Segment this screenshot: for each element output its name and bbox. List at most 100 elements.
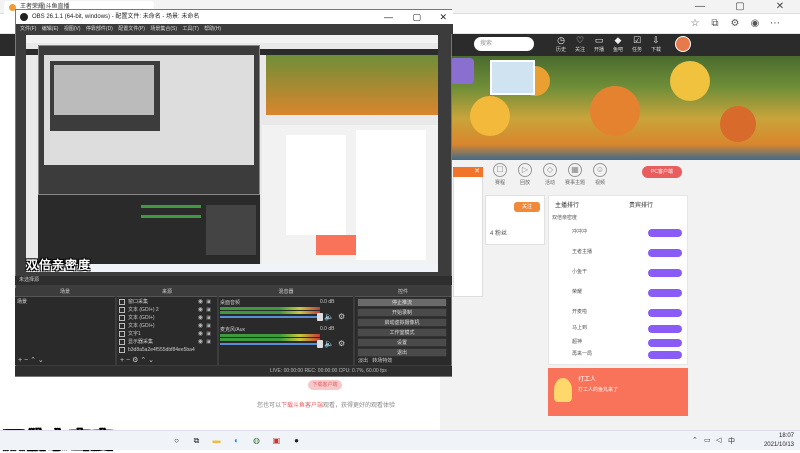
- promo-card[interactable]: 打工人 打工人的鱼丸来了: [548, 368, 688, 416]
- obs-maximize-button[interactable]: ▢: [412, 10, 421, 24]
- lock-icon[interactable]: ▣: [206, 314, 211, 322]
- slider-knob[interactable]: [317, 313, 323, 321]
- transition-effect-label[interactable]: 转场特效: [372, 358, 392, 364]
- add-icon[interactable]: +: [120, 357, 124, 364]
- nav-history[interactable]: ◷ 历史: [552, 35, 570, 55]
- extensions-icon[interactable]: ⚙: [728, 17, 742, 31]
- lock-icon[interactable]: ▣: [206, 306, 211, 314]
- stop-streaming-button[interactable]: 停止推流: [357, 298, 447, 307]
- list-item[interactable]: 马上到: [572, 324, 702, 334]
- close-window-button[interactable]: ✕: [760, 0, 800, 14]
- source-item[interactable]: 文本 (GDI+) 2 ◉ ▣: [118, 306, 213, 314]
- down-icon[interactable]: ⌄: [148, 357, 154, 364]
- nav-live[interactable]: ▭ 开播: [590, 35, 608, 55]
- source-item[interactable]: 窗口采集 ◉ ▣: [118, 298, 213, 306]
- eye-icon[interactable]: ◉: [198, 306, 203, 314]
- source-item[interactable]: 文本 (GDI+) ◉ ▣: [118, 314, 213, 322]
- virtual-camera-button[interactable]: 启动虚拟摄像机: [357, 318, 447, 327]
- lock-icon[interactable]: ▣: [206, 322, 211, 330]
- slider-knob[interactable]: [317, 340, 323, 348]
- file-explorer-icon[interactable]: ▬: [210, 434, 223, 447]
- network-icon[interactable]: ▭: [704, 436, 711, 444]
- menu-file[interactable]: 文件(F): [20, 26, 36, 32]
- menu-help[interactable]: 帮助(H): [204, 26, 221, 32]
- eye-icon[interactable]: ◉: [198, 330, 203, 338]
- up-icon[interactable]: ⌃: [140, 357, 146, 364]
- feature-video[interactable]: ☺ 视频: [582, 163, 618, 191]
- gear-icon[interactable]: ⚙: [338, 339, 345, 348]
- user-avatar[interactable]: [675, 36, 691, 52]
- task-view-icon[interactable]: ⧉: [190, 434, 203, 447]
- obs-minimize-button[interactable]: —: [384, 10, 393, 24]
- menu-tools[interactable]: 工具(T): [182, 26, 198, 32]
- list-item[interactable]: 荣耀: [572, 288, 702, 298]
- gear-icon[interactable]: ⚙: [338, 312, 345, 321]
- list-item[interactable]: 开麦啦: [572, 308, 702, 318]
- transition-label[interactable]: 淡出: [358, 358, 368, 364]
- settings-button[interactable]: 设置: [357, 338, 447, 347]
- obs-preview[interactable]: [26, 35, 438, 272]
- up-icon[interactable]: ⌃: [30, 357, 36, 364]
- favorites-icon[interactable]: ☆: [688, 17, 702, 31]
- start-recording-button[interactable]: 开始录制: [357, 308, 447, 317]
- eye-icon[interactable]: ◉: [198, 314, 203, 322]
- obs-close-button[interactable]: ✕: [439, 10, 447, 24]
- studio-mode-button[interactable]: 工作室模式: [357, 328, 447, 337]
- remove-icon[interactable]: −: [126, 357, 130, 364]
- nav-task[interactable]: ☑ 任务: [628, 35, 646, 55]
- search-icon[interactable]: ○: [170, 434, 183, 447]
- list-item[interactable]: 超神: [572, 338, 702, 348]
- list-item[interactable]: 小鱼干: [572, 268, 702, 278]
- list-item[interactable]: 冲冲冲: [572, 228, 702, 238]
- add-icon[interactable]: +: [18, 357, 22, 364]
- download-client-button[interactable]: 下载客户端: [308, 380, 342, 390]
- collections-icon[interactable]: ⧉: [708, 17, 722, 31]
- lock-icon[interactable]: ▣: [206, 298, 211, 306]
- nav-download[interactable]: ⇩ 下载: [647, 35, 665, 55]
- nav-follow[interactable]: ♡ 关注: [571, 35, 589, 55]
- eye-icon[interactable]: ◉: [198, 298, 203, 306]
- eye-icon[interactable]: ◉: [198, 338, 203, 346]
- menu-view[interactable]: 视图(V): [64, 26, 81, 32]
- list-item[interactable]: 王者主播: [572, 248, 702, 258]
- lock-icon[interactable]: ▣: [206, 338, 211, 346]
- more-menu-icon[interactable]: ⋯: [768, 17, 782, 31]
- source-item[interactable]: 显示器采集 ◉ ▣: [118, 338, 213, 346]
- down-icon[interactable]: ⌄: [38, 357, 44, 364]
- system-clock[interactable]: 18:07 2021/10/13: [764, 432, 794, 450]
- scene-item[interactable]: 场景: [17, 298, 27, 305]
- eye-icon[interactable]: ◉: [198, 322, 203, 330]
- chrome-icon[interactable]: ◍: [250, 434, 263, 447]
- popup-close-icon[interactable]: ✕: [453, 167, 483, 177]
- menu-edit[interactable]: 编辑(E): [42, 26, 59, 32]
- exit-button[interactable]: 退出: [357, 348, 447, 357]
- tray-chevron-icon[interactable]: ⌃: [692, 436, 698, 444]
- list-item[interactable]: 再来一局: [572, 350, 702, 360]
- speaker-icon[interactable]: 🔈: [324, 339, 334, 348]
- source-item[interactable]: 文本 (GDI+) ◉ ▣: [118, 322, 213, 330]
- volume-slider[interactable]: [220, 313, 323, 321]
- maximize-button[interactable]: ▢: [720, 0, 760, 14]
- lock-icon[interactable]: ▣: [206, 330, 211, 338]
- gear-icon[interactable]: ⚙: [132, 357, 138, 364]
- menu-scene-collection[interactable]: 场景集合(S): [150, 26, 177, 32]
- pc-client-button[interactable]: PC客户端: [642, 166, 682, 178]
- ime-indicator[interactable]: 中: [728, 436, 735, 446]
- source-item[interactable]: 文字1 ◉ ▣: [118, 330, 213, 338]
- tab-anchor-rank[interactable]: 主播排行: [555, 200, 579, 209]
- follow-button[interactable]: 关注: [514, 202, 540, 212]
- source-item[interactable]: b3d8a5a2e4f555dbf84ee5ba4: [118, 346, 213, 354]
- volume-icon[interactable]: ◁: [716, 436, 721, 444]
- speaker-icon[interactable]: 🔈: [324, 312, 334, 321]
- volume-slider[interactable]: [220, 340, 323, 348]
- list-item[interactable]: 双倍亲密度: [552, 214, 682, 224]
- menu-profile[interactable]: 配置文件(P): [118, 26, 145, 32]
- remove-icon[interactable]: −: [24, 357, 28, 364]
- minimize-button[interactable]: —: [680, 0, 720, 14]
- tab-vip-rank[interactable]: 贵宾排行: [629, 200, 653, 209]
- obs-taskbar-icon[interactable]: ●: [290, 434, 303, 447]
- app-icon[interactable]: ▣: [270, 434, 283, 447]
- edge-icon[interactable]: ◐: [230, 434, 243, 447]
- profile-icon[interactable]: ◉: [748, 17, 762, 31]
- menu-docks[interactable]: 停靠部件(D): [86, 26, 113, 32]
